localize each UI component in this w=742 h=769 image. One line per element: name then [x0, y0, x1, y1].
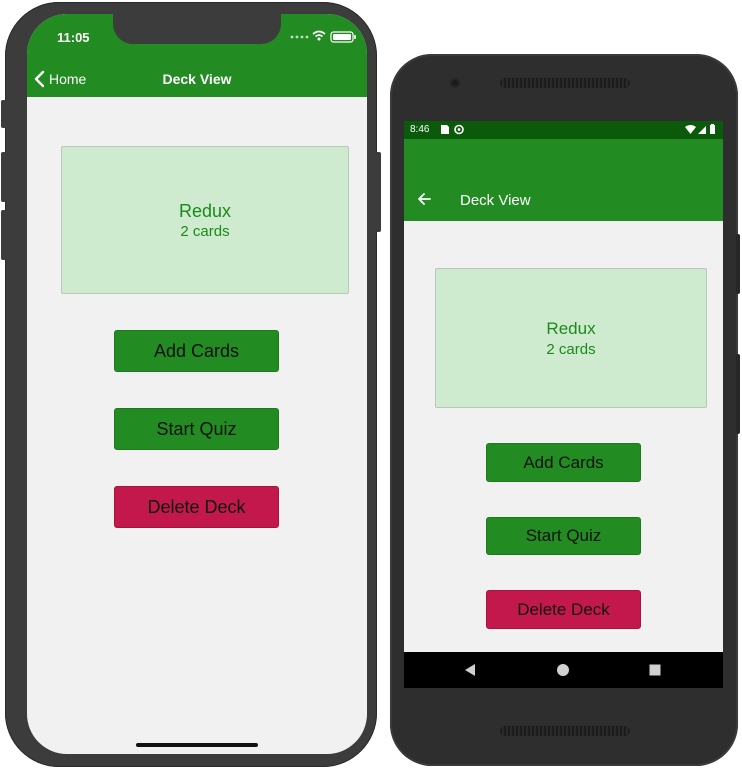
deck-card: Redux 2 cards: [435, 268, 707, 408]
nav-back-icon[interactable]: [463, 663, 477, 677]
deck-card: Redux 2 cards: [61, 146, 349, 294]
arrow-back-icon: [418, 193, 431, 205]
wifi-icon: [312, 30, 326, 41]
wifi-icon: [685, 125, 696, 134]
sd-card-icon: [441, 125, 449, 134]
back-button[interactable]: [416, 191, 432, 212]
nav-recents-icon[interactable]: [648, 663, 662, 677]
deck-title: Redux: [178, 200, 232, 221]
power-button: [736, 354, 740, 434]
power-button: [376, 152, 381, 232]
status-time: 8:46: [410, 124, 430, 135]
deck-title: Redux: [546, 318, 596, 338]
iphone-device: 11:05 Home Deck View Redux 2 cards Add C…: [1, 2, 381, 767]
page-title: Deck View: [162, 71, 232, 87]
volume-up-button: [1, 152, 6, 202]
add-cards-button[interactable]: Add Cards: [114, 330, 279, 372]
add-cards-button[interactable]: Add Cards: [486, 443, 641, 482]
android-status-bar: 8:46: [404, 121, 723, 139]
mute-switch: [1, 100, 6, 128]
battery-icon: [330, 31, 356, 43]
sync-icon: [454, 124, 464, 135]
android-screen: 8:46 Deck View Redux 2 cards Add Cards S…: [404, 121, 723, 688]
start-quiz-button[interactable]: Start Quiz: [486, 517, 641, 555]
status-left-icons: [440, 124, 468, 138]
nav-home-icon[interactable]: [556, 663, 570, 677]
iphone-screen: 11:05 Home Deck View Redux 2 cards Add C…: [27, 14, 367, 754]
signal-icon: [698, 126, 706, 134]
android-device: 8:46 Deck View Redux 2 cards Add Cards S…: [390, 54, 740, 766]
top-speaker: [500, 78, 630, 88]
volume-button: [736, 234, 740, 294]
ios-navigation-header: 11:05 Home Deck View: [27, 14, 367, 97]
android-app-bar: Deck View: [404, 139, 723, 221]
delete-deck-button[interactable]: Delete Deck: [114, 486, 279, 528]
front-camera: [450, 78, 460, 88]
start-quiz-button[interactable]: Start Quiz: [114, 408, 279, 450]
bottom-speaker: [500, 726, 630, 736]
android-navigation-bar: [404, 652, 723, 688]
delete-deck-button[interactable]: Delete Deck: [486, 590, 641, 629]
home-indicator: [136, 743, 258, 747]
deck-card-count: 2 cards: [180, 222, 230, 240]
status-icons: [289, 29, 359, 43]
status-time: 11:05: [57, 30, 90, 45]
notch: [113, 14, 281, 44]
status-right-icons: [685, 124, 717, 138]
signal-dots-icon: [290, 30, 356, 43]
deck-card-count: 2 cards: [546, 340, 596, 358]
page-title: Deck View: [460, 192, 531, 209]
battery-icon: [710, 124, 715, 134]
volume-down-button: [1, 210, 6, 260]
